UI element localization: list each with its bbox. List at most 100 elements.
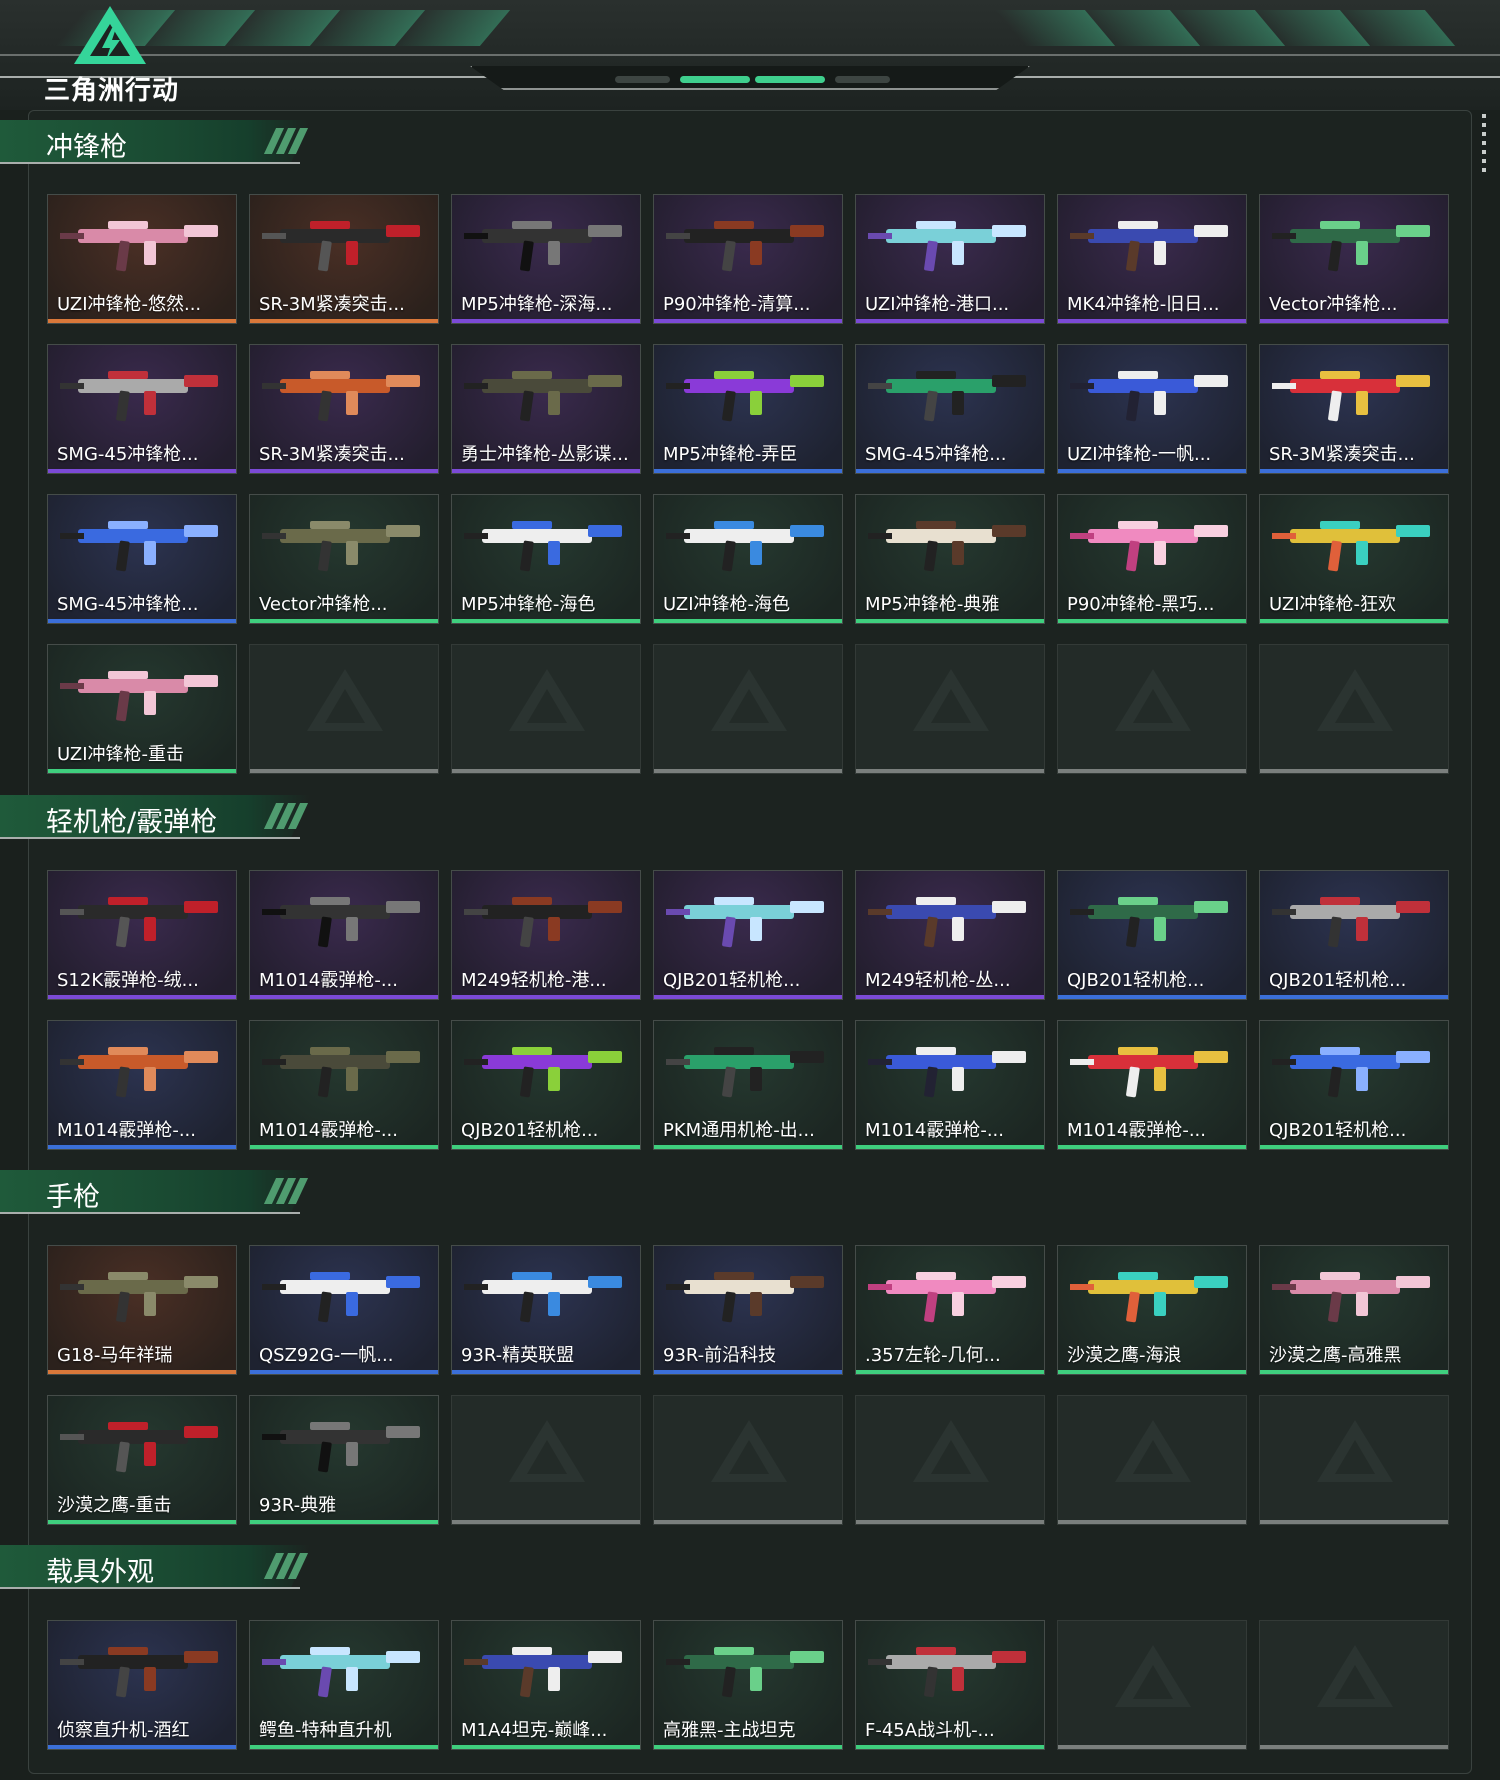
item-card[interactable]: 高雅黑-主战坦克: [653, 1620, 843, 1750]
item-card[interactable]: M249轻机枪-港...: [451, 870, 641, 1000]
rarity-bar: [654, 769, 842, 773]
item-name: UZI冲锋枪-海色: [663, 594, 790, 615]
item-image: [868, 1272, 1026, 1323]
item-card[interactable]: UZI冲锋枪-悠然...: [47, 194, 237, 324]
rarity-bar: [1260, 769, 1448, 773]
item-card[interactable]: S12K霰弹枪-绒...: [47, 870, 237, 1000]
item-card[interactable]: SMG-45冲锋枪...: [855, 344, 1045, 474]
item-card[interactable]: UZI冲锋枪-重击: [47, 644, 237, 774]
item-card[interactable]: 侦察直升机-酒红: [47, 1620, 237, 1750]
item-image: [666, 1047, 824, 1098]
item-name: 勇士冲锋枪-丛影谍...: [461, 444, 629, 465]
rarity-bar: [250, 1520, 438, 1524]
item-card[interactable]: MP5冲锋枪-海色: [451, 494, 641, 624]
header-divider: [0, 54, 1500, 56]
empty-slot: [1259, 644, 1449, 774]
item-card[interactable]: M1014霰弹枪-...: [1057, 1020, 1247, 1150]
delta-watermark-icon: [509, 669, 585, 731]
rarity-bar: [1260, 1145, 1448, 1149]
item-image: [60, 897, 218, 948]
rarity-bar: [856, 1520, 1044, 1524]
item-card[interactable]: Vector冲锋枪...: [1259, 194, 1449, 324]
item-image: [262, 1647, 420, 1698]
item-card[interactable]: 93R-精英联盟: [451, 1245, 641, 1375]
item-name: QSZ92G-一帆...: [259, 1345, 394, 1366]
rarity-bar: [654, 995, 842, 999]
item-card[interactable]: QJB201轻机枪...: [1057, 870, 1247, 1000]
rarity-bar: [654, 469, 842, 473]
item-card[interactable]: M1014霰弹枪-...: [47, 1020, 237, 1150]
delta-watermark-icon: [307, 669, 383, 731]
item-card[interactable]: G18-马年祥瑞: [47, 1245, 237, 1375]
delta-logo-icon: [74, 6, 146, 64]
rarity-bar: [452, 1370, 640, 1374]
item-card[interactable]: 93R-典雅: [249, 1395, 439, 1525]
item-card[interactable]: SR-3M紧凑突击...: [249, 344, 439, 474]
section-header-underline: [0, 162, 300, 164]
item-card[interactable]: .357左轮-几何...: [855, 1245, 1045, 1375]
rarity-bar: [1058, 1145, 1246, 1149]
rarity-bar: [1260, 1745, 1448, 1749]
item-card[interactable]: Vector冲锋枪...: [249, 494, 439, 624]
item-card[interactable]: P90冲锋枪-黑巧...: [1057, 494, 1247, 624]
rarity-bar: [654, 1745, 842, 1749]
item-card[interactable]: 沙漠之鹰-高雅黑: [1259, 1245, 1449, 1375]
item-card[interactable]: PKM通用机枪-出...: [653, 1020, 843, 1150]
rarity-bar: [452, 619, 640, 623]
item-card[interactable]: P90冲锋枪-清算...: [653, 194, 843, 324]
item-card[interactable]: UZI冲锋枪-一帆...: [1057, 344, 1247, 474]
item-card[interactable]: 沙漠之鹰-海浪: [1057, 1245, 1247, 1375]
item-name: 高雅黑-主战坦克: [663, 1720, 796, 1741]
rarity-bar: [856, 619, 1044, 623]
item-name: P90冲锋枪-清算...: [663, 294, 811, 315]
item-card[interactable]: UZI冲锋枪-海色: [653, 494, 843, 624]
item-name: SR-3M紧凑突击...: [259, 294, 405, 315]
item-card[interactable]: MP5冲锋枪-弄臣: [653, 344, 843, 474]
item-card[interactable]: M1014霰弹枪-...: [855, 1020, 1045, 1150]
item-image: [1272, 221, 1430, 272]
item-card[interactable]: SR-3M紧凑突击...: [249, 194, 439, 324]
empty-slot: [653, 644, 843, 774]
item-name: 侦察直升机-酒红: [57, 1720, 190, 1741]
item-card[interactable]: MP5冲锋枪-深海...: [451, 194, 641, 324]
scrollbar-indicator[interactable]: [1482, 114, 1486, 174]
item-card[interactable]: 勇士冲锋枪-丛影谍...: [451, 344, 641, 474]
rarity-bar: [48, 1370, 236, 1374]
empty-slot: [1057, 1620, 1247, 1750]
item-card[interactable]: QJB201轻机枪...: [1259, 870, 1449, 1000]
item-image: [60, 371, 218, 422]
header-banner: 三角洲行动: [0, 0, 1500, 110]
item-card[interactable]: M249轻机枪-丛...: [855, 870, 1045, 1000]
item-card[interactable]: UZI冲锋枪-狂欢: [1259, 494, 1449, 624]
delta-watermark-icon: [1115, 1420, 1191, 1482]
item-card[interactable]: QSZ92G-一帆...: [249, 1245, 439, 1375]
item-card[interactable]: M1A4坦克-巅峰...: [451, 1620, 641, 1750]
item-name: 93R-精英联盟: [461, 1345, 575, 1366]
item-image: [60, 1647, 218, 1698]
item-name: P90冲锋枪-黑巧...: [1067, 594, 1215, 615]
item-name: .357左轮-几何...: [865, 1345, 1001, 1366]
item-card[interactable]: QJB201轻机枪...: [653, 870, 843, 1000]
item-card[interactable]: SR-3M紧凑突击...: [1259, 344, 1449, 474]
item-card[interactable]: MK4冲锋枪-旧日...: [1057, 194, 1247, 324]
delta-watermark-icon: [1317, 669, 1393, 731]
item-name: MP5冲锋枪-弄臣: [663, 444, 798, 465]
item-card[interactable]: 93R-前沿科技: [653, 1245, 843, 1375]
item-card[interactable]: 沙漠之鹰-重击: [47, 1395, 237, 1525]
item-image: [262, 1272, 420, 1323]
item-card[interactable]: QJB201轻机枪...: [451, 1020, 641, 1150]
item-card[interactable]: MP5冲锋枪-典雅: [855, 494, 1045, 624]
item-card[interactable]: F-45A战斗机-...: [855, 1620, 1045, 1750]
item-name: UZI冲锋枪-重击: [57, 744, 184, 765]
item-card[interactable]: QJB201轻机枪...: [1259, 1020, 1449, 1150]
item-image: [666, 221, 824, 272]
item-card[interactable]: M1014霰弹枪-...: [249, 870, 439, 1000]
item-card[interactable]: 鳄鱼-特种直升机: [249, 1620, 439, 1750]
item-card[interactable]: UZI冲锋枪-港口...: [855, 194, 1045, 324]
item-name: SMG-45冲锋枪...: [57, 444, 199, 465]
item-card[interactable]: SMG-45冲锋枪...: [47, 494, 237, 624]
item-card[interactable]: M1014霰弹枪-...: [249, 1020, 439, 1150]
rarity-bar: [1058, 1745, 1246, 1749]
item-card[interactable]: SMG-45冲锋枪...: [47, 344, 237, 474]
item-name: SMG-45冲锋枪...: [865, 444, 1007, 465]
